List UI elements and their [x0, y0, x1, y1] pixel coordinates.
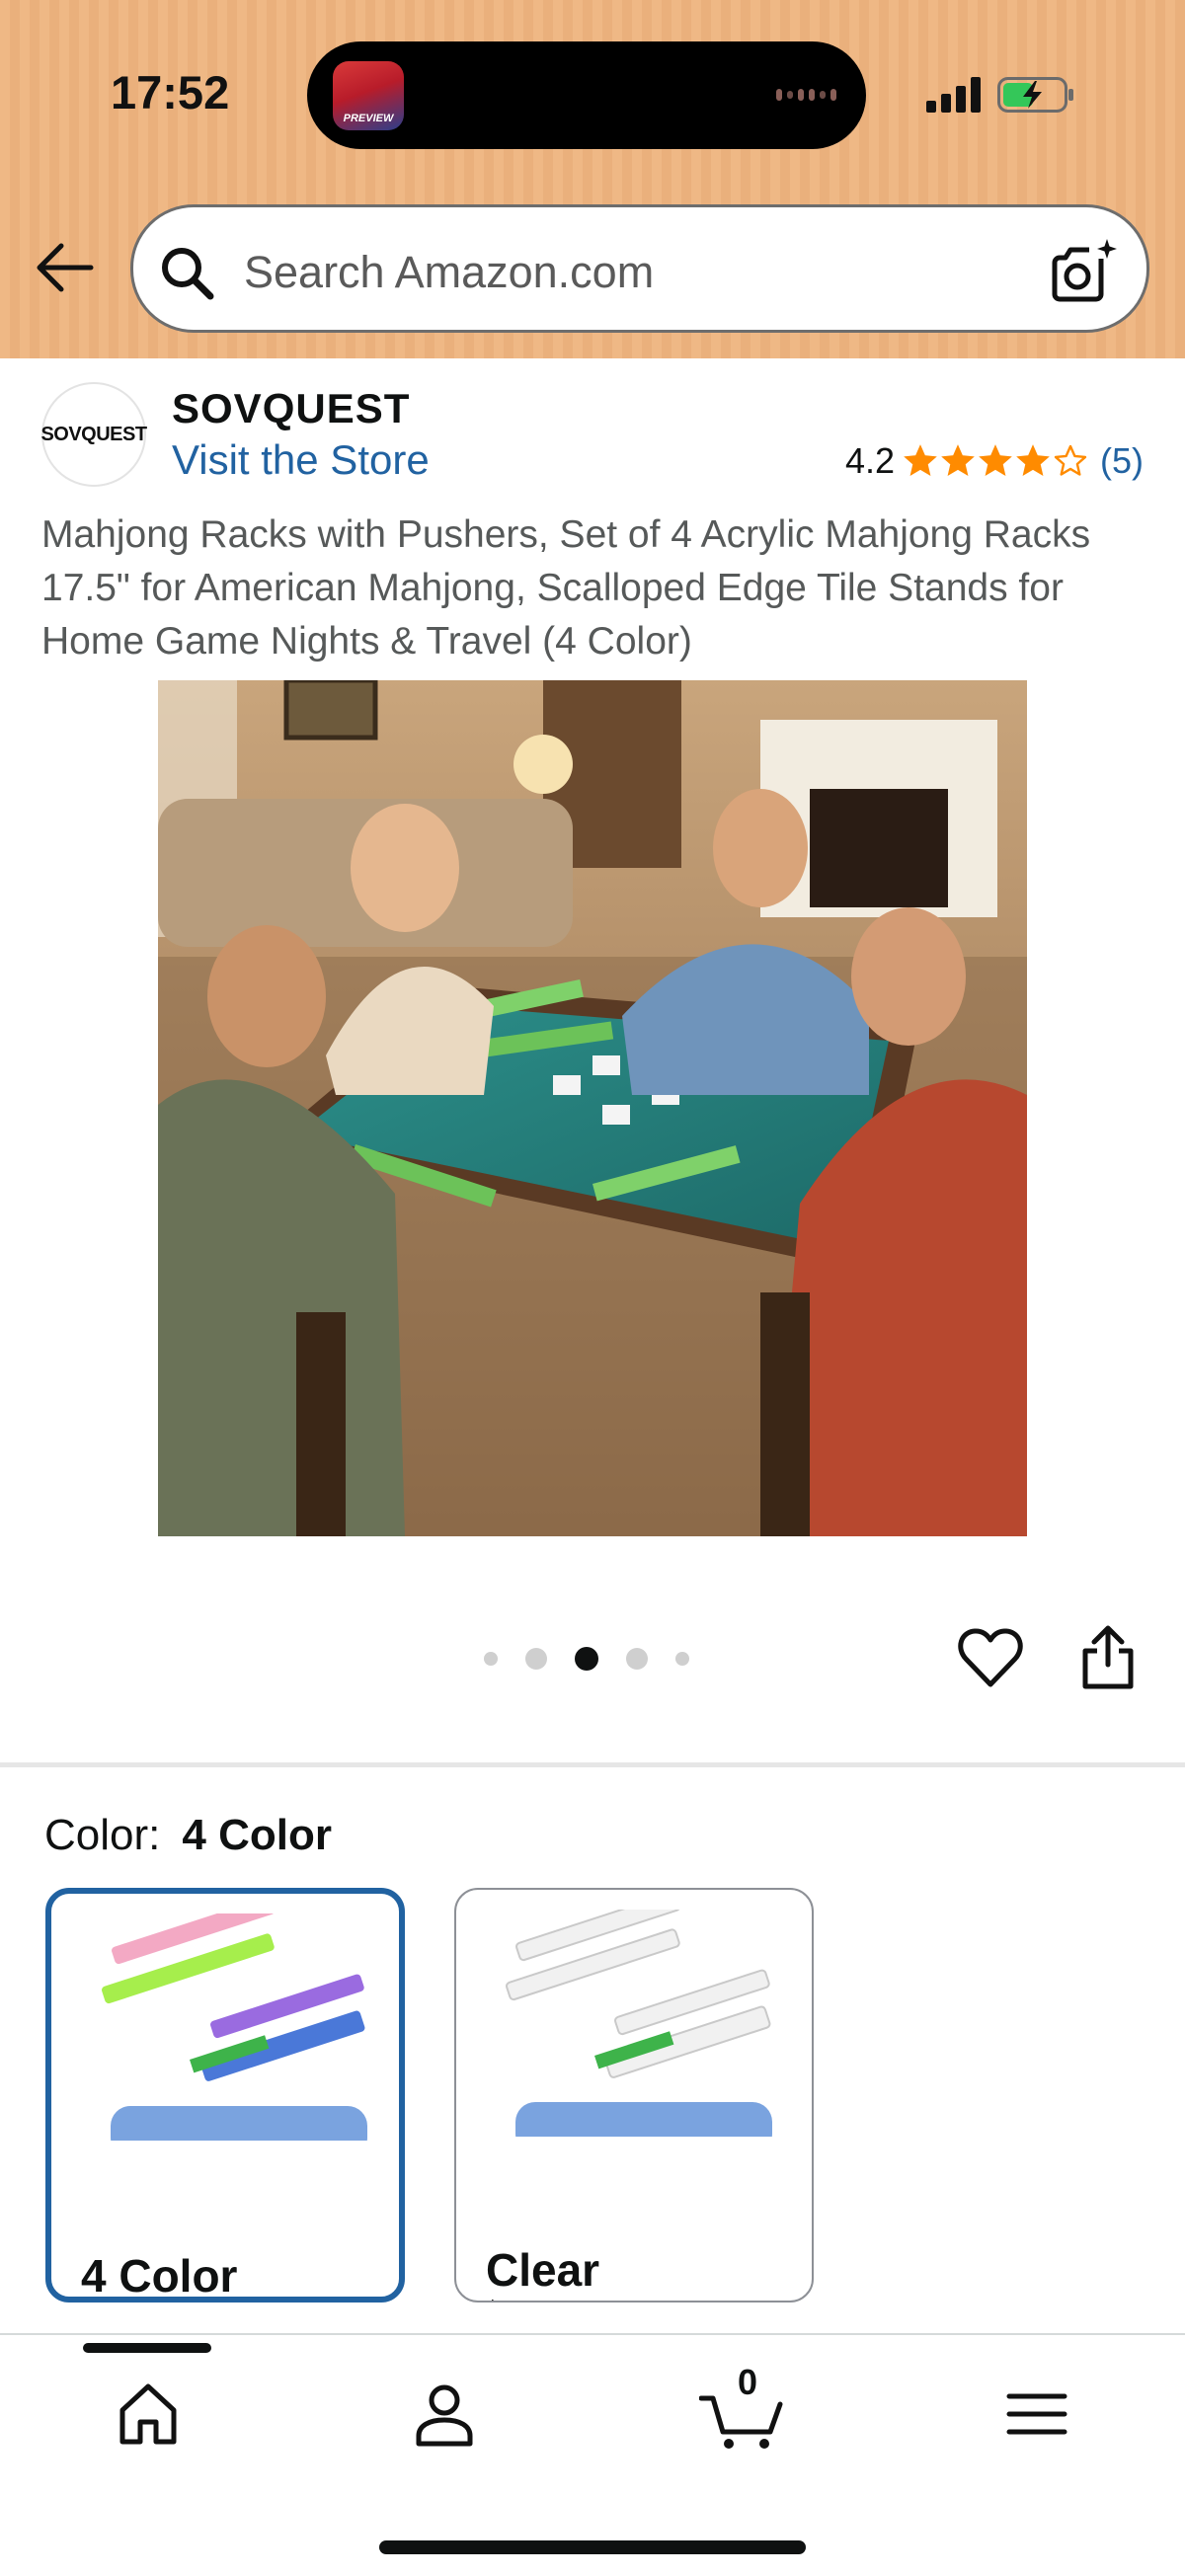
product-photo-illustration	[158, 680, 1027, 1536]
star-full-icon	[1016, 444, 1050, 477]
product-image[interactable]	[158, 680, 1027, 1536]
color-swatch-4-color[interactable]: 4 Color $7598	[45, 1888, 405, 2303]
share-icon[interactable]	[1080, 1625, 1136, 1690]
swatch-thumbnail	[506, 1910, 772, 2137]
rating-count-link[interactable]: (5)	[1100, 440, 1144, 482]
star-full-icon	[941, 444, 975, 477]
carousel-dot-active[interactable]	[575, 1647, 598, 1671]
brand-logo[interactable]: SOVQUEST	[40, 382, 147, 487]
island-thumbnail-label: PREVIEW	[343, 113, 394, 124]
carousel-dot[interactable]	[484, 1652, 498, 1666]
menu-icon[interactable]	[997, 2375, 1076, 2454]
rating-summary[interactable]: 4.2 (5)	[845, 440, 1144, 482]
search-icon	[162, 248, 214, 300]
cart-count-badge: 0	[737, 2362, 758, 2402]
back-arrow-icon[interactable]	[34, 242, 95, 293]
active-tab-indicator	[83, 2343, 211, 2353]
heart-icon[interactable]	[958, 1627, 1023, 1688]
camera-lens-icon[interactable]	[1050, 237, 1119, 306]
account-icon[interactable]	[405, 2375, 484, 2454]
carousel-dot[interactable]	[525, 1648, 547, 1670]
cellular-signal-icon	[926, 77, 981, 113]
price-currency: $	[81, 2301, 94, 2303]
search-input[interactable]: Search Amazon.com	[244, 247, 654, 298]
section-divider	[0, 1762, 1185, 1767]
price-cents: 18	[550, 2297, 577, 2301]
price-currency: $	[486, 2297, 499, 2301]
bottom-navigation	[0, 2333, 1185, 2576]
home-icon[interactable]	[109, 2375, 188, 2454]
page: 17:52 PREVIEW Search Amazon.com SOVQUEST…	[0, 0, 1185, 2576]
star-rating	[903, 443, 1088, 479]
rating-value: 4.2	[844, 440, 895, 481]
price-whole: 72	[499, 2298, 549, 2301]
swatch-price: $7598	[81, 2301, 171, 2303]
swatch-name: Clear	[486, 2244, 600, 2296]
swatch-price: $7218	[486, 2297, 577, 2301]
image-carousel-indicator[interactable]	[484, 1647, 689, 1671]
header: 17:52 PREVIEW Search Amazon.com	[0, 0, 1185, 358]
island-thumbnail: PREVIEW	[333, 61, 404, 130]
home-indicator-bar[interactable]	[379, 2540, 806, 2554]
color-swatch-clear[interactable]: Clear $7218	[454, 1888, 814, 2303]
swatch-name: 4 Color	[81, 2250, 238, 2302]
battery-charging-icon	[997, 77, 1073, 113]
swatch-thumbnail	[102, 1913, 367, 2141]
dynamic-island[interactable]: PREVIEW	[307, 41, 866, 149]
search-bar[interactable]: Search Amazon.com	[130, 204, 1149, 333]
brand-name: SOVQUEST	[172, 385, 411, 431]
carousel-dot[interactable]	[675, 1652, 689, 1666]
visit-store-link[interactable]: Visit the Store	[172, 436, 430, 484]
product-title: Mahjong Racks with Pushers, Set of 4 Acr…	[41, 513, 1091, 663]
carousel-dot[interactable]	[626, 1648, 648, 1670]
star-full-icon	[904, 444, 937, 477]
brand-logo-text: SOVQUEST	[40, 423, 147, 445]
selected-color-value: 4 Color	[182, 1811, 332, 1859]
star-full-icon	[979, 444, 1012, 477]
color-label-text: Color:	[44, 1811, 161, 1859]
price-cents: 98	[145, 2301, 172, 2303]
star-empty-icon	[1054, 444, 1087, 476]
color-selector-label: Color: 4 Color	[44, 1811, 332, 1860]
price-whole: 75	[94, 2302, 144, 2303]
status-time: 17:52	[111, 66, 230, 118]
audio-wave-icon	[776, 89, 836, 101]
